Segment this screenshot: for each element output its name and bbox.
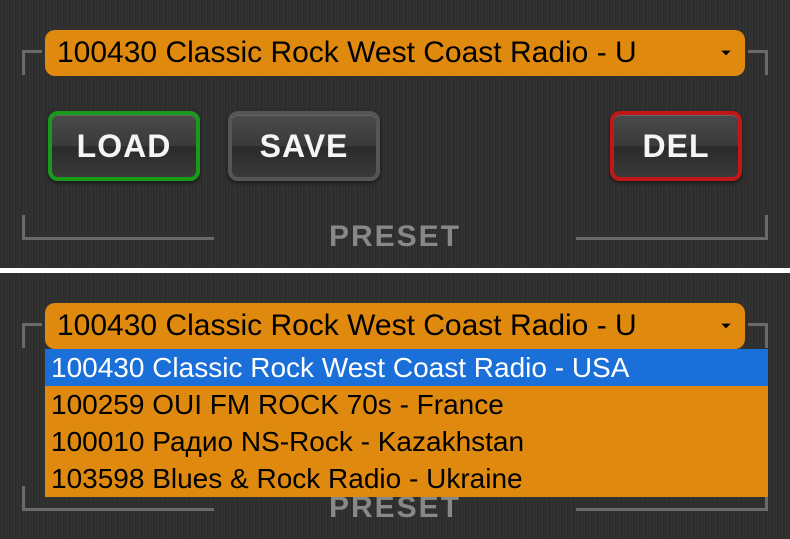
bracket-corner [576, 215, 768, 240]
bracket-corner [22, 215, 214, 240]
section-label: PRESET [329, 220, 461, 254]
bracket-corner [22, 50, 42, 75]
preset-dropdown[interactable]: 100430 Classic Rock West Coast Radio - U [45, 303, 745, 349]
preset-dropdown-label: 100430 Classic Rock West Coast Radio - U [57, 309, 713, 343]
preset-buttons: LOAD SAVE DEL [45, 111, 745, 181]
preset-dropdown[interactable]: 100430 Classic Rock West Coast Radio - U [45, 30, 745, 76]
preset-option[interactable]: 100010 Радио NS-Rock - Kazakhstan [45, 423, 768, 460]
preset-option[interactable]: 100259 OUI FM ROCK 70s - France [45, 386, 768, 423]
bracket-corner [748, 50, 768, 75]
preset-option[interactable]: 100430 Classic Rock West Coast Radio - U… [45, 349, 768, 386]
load-button[interactable]: LOAD [48, 111, 200, 181]
delete-button[interactable]: DEL [610, 111, 742, 181]
preset-dropdown-list: 100430 Classic Rock West Coast Radio - U… [45, 349, 768, 497]
preset-option[interactable]: 103598 Blues & Rock Radio - Ukraine [45, 460, 768, 497]
preset-dropdown-label: 100430 Classic Rock West Coast Radio - U [57, 36, 713, 70]
preset-panel-closed: 100430 Classic Rock West Coast Radio - U… [0, 0, 790, 268]
bracket-corner [748, 323, 768, 348]
bracket-corner [22, 323, 42, 348]
chevron-down-icon [719, 319, 733, 333]
save-button[interactable]: SAVE [228, 111, 380, 181]
preset-panel-open: 100430 Classic Rock West Coast Radio - U… [0, 273, 790, 539]
chevron-down-icon [719, 46, 733, 60]
